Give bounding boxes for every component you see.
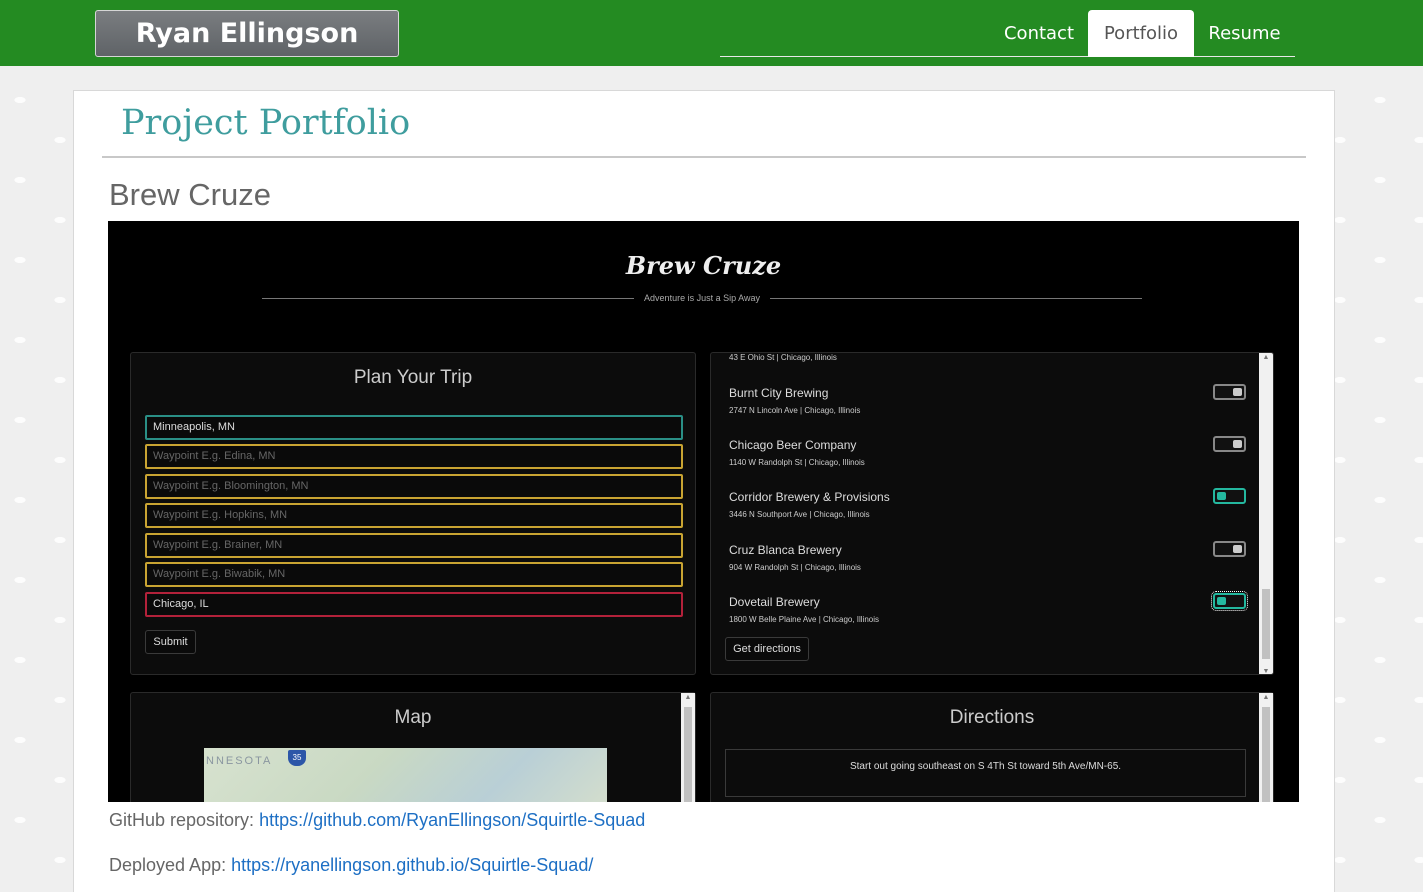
tagline-rule-right (769, 297, 1142, 299)
brewery-address: 904 W Randolph St | Chicago, Illinois (729, 563, 861, 572)
app-logo-title: Brew Cruze (625, 251, 782, 280)
brewery-address: 3446 N Southport Ave | Chicago, Illinois (729, 510, 870, 519)
deployed-label: Deployed App: (109, 855, 227, 875)
brewery-toggle-on (1213, 488, 1246, 504)
brewery-address: 2747 N Lincoln Ave | Chicago, Illinois (729, 406, 861, 415)
tagline-row: Adventure is Just a Sip Away (262, 291, 1142, 305)
scroll-up-icon: ▲ (1262, 694, 1270, 701)
github-line: GitHub repository: https://github.com/Ry… (109, 810, 645, 831)
plan-trip-panel: Plan Your Trip Minneapolis, MN Waypoint … (130, 352, 696, 675)
top-navbar: Ryan Ellingson Contact Portfolio Resume (0, 0, 1423, 66)
waypoint-field-4: Waypoint E.g. Brainer, MN (145, 533, 683, 558)
scroll-thumb (684, 707, 692, 802)
map-title: Map (394, 707, 432, 728)
brewery-name: Cruz Blanca Brewery (729, 543, 842, 557)
brewery-toggle-on (1211, 591, 1248, 611)
brewery-scrollbar: ▲ ▼ (1259, 353, 1273, 675)
tagline: Adventure is Just a Sip Away (644, 293, 760, 303)
brewery-address: 1800 W Belle Plaine Ave | Chicago, Illin… (729, 615, 880, 624)
brewery-item: Cruz Blanca Brewery 904 W Randolph St | … (729, 543, 861, 572)
nav-portfolio-link[interactable]: Portfolio (1088, 10, 1194, 57)
brewery-name: Burnt City Brewing (729, 386, 829, 400)
get-directions-button: Get directions (725, 637, 809, 661)
start-location-field: Minneapolis, MN (145, 415, 683, 440)
brewery-item: Dovetail Brewery 1800 W Belle Plaine Ave… (729, 595, 879, 624)
interstate-shield-icon: 35 (288, 750, 306, 766)
github-label: GitHub repository: (109, 810, 255, 830)
scroll-up-icon: ▲ (684, 694, 692, 701)
brewery-name: Corridor Brewery & Provisions (729, 490, 890, 504)
page-title: Project Portfolio (121, 103, 411, 143)
waypoint-field-5: Waypoint E.g. Biwabik, MN (145, 562, 683, 587)
directions-step: Start out going southeast on S 4Th St to… (725, 749, 1246, 797)
scroll-thumb (1262, 707, 1270, 802)
nav-contact-link[interactable]: Contact (991, 10, 1087, 57)
scroll-up-icon: ▲ (1262, 354, 1270, 361)
nav-tabs: Contact Portfolio Resume (720, 10, 1295, 57)
waypoint-field-1: Waypoint E.g. Edina, MN (145, 444, 683, 469)
brewery-item: Chicago Beer Company 1140 W Randolph St … (729, 438, 865, 467)
submit-button: Submit (145, 630, 196, 654)
scroll-down-icon: ▼ (1262, 668, 1270, 675)
brewery-name: Dovetail Brewery (729, 595, 820, 609)
directions-panel: Directions Start out going southeast on … (710, 692, 1274, 802)
brand-button[interactable]: Ryan Ellingson (95, 10, 399, 57)
brewery-address: 1140 W Randolph St | Chicago, Illinois (729, 458, 865, 467)
brewery-list-panel: 43 E Ohio St | Chicago, Illinois Burnt C… (710, 352, 1274, 675)
brewery-address: 43 E Ohio St | Chicago, Illinois (729, 353, 837, 362)
map-image: NNESOTA 35 (204, 748, 607, 802)
brewery-toggle (1213, 541, 1246, 557)
map-state-label: NNESOTA (206, 755, 273, 767)
end-location-field: Chicago, IL (145, 592, 683, 617)
deployed-line: Deployed App: https://ryanellingson.gith… (109, 855, 593, 876)
waypoint-field-2: Waypoint E.g. Bloomington, MN (145, 474, 683, 499)
brewery-item: Burnt City Brewing 2747 N Lincoln Ave | … (729, 386, 860, 415)
nav-resume-link[interactable]: Resume (1194, 10, 1295, 57)
waypoint-field-3: Waypoint E.g. Hopkins, MN (145, 503, 683, 528)
github-link[interactable]: https://github.com/RyanEllingson/Squirtl… (259, 810, 645, 830)
deployed-link[interactable]: https://ryanellingson.github.io/Squirtle… (231, 855, 593, 875)
map-scrollbar: ▲ (681, 693, 695, 802)
project-name: Brew Cruze (109, 177, 271, 212)
directions-scrollbar: ▲ (1259, 693, 1273, 802)
title-divider (102, 156, 1306, 158)
brewery-toggle (1213, 436, 1246, 452)
map-panel: Map NNESOTA 35 ▲ (130, 692, 696, 802)
tagline-rule-left (262, 297, 635, 299)
scroll-thumb (1262, 589, 1270, 659)
brewery-name: Chicago Beer Company (729, 438, 857, 452)
plan-trip-title: Plan Your Trip (353, 367, 473, 388)
directions-title: Directions (949, 707, 1035, 728)
project-screenshot[interactable]: Brew Cruze Adventure is Just a Sip Away … (108, 221, 1299, 802)
brewery-toggle (1213, 384, 1246, 400)
brewery-item: Corridor Brewery & Provisions 3446 N Sou… (729, 490, 890, 519)
